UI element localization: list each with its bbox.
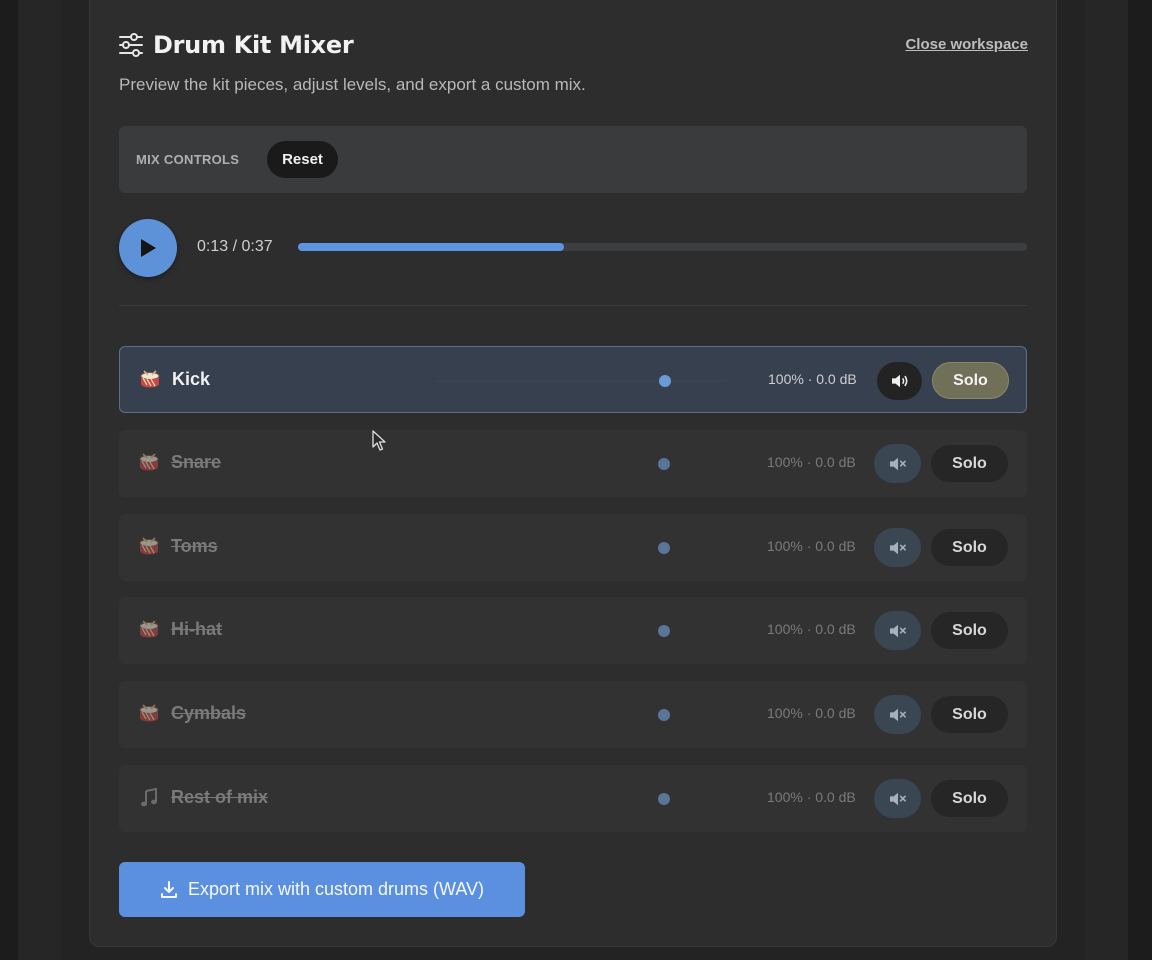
download-icon bbox=[160, 880, 177, 898]
mute-button[interactable] bbox=[874, 444, 921, 483]
solo-button[interactable]: Solo bbox=[931, 696, 1008, 733]
solo-button[interactable]: Solo bbox=[932, 362, 1009, 399]
reset-button[interactable]: Reset bbox=[267, 141, 338, 178]
drum-icon bbox=[139, 369, 161, 391]
track-name: Hi-hat bbox=[171, 619, 222, 639]
track-row-rest-of-mix: Rest of mix 100% · 0.0 dB Solo bbox=[119, 765, 1027, 832]
speaker-muted-icon bbox=[888, 707, 908, 723]
page-subtitle: Preview the kit pieces, adjust levels, a… bbox=[119, 75, 586, 94]
track-row-cymbals: Cymbals 100% · 0.0 dB Solo bbox=[119, 681, 1027, 748]
track-level: 100% · 0.0 dB bbox=[767, 621, 856, 637]
mute-button[interactable] bbox=[874, 695, 921, 734]
progress-fill bbox=[298, 243, 565, 251]
background-strip-right bbox=[1086, 0, 1128, 960]
solo-button[interactable]: Solo bbox=[931, 445, 1008, 482]
speaker-muted-icon bbox=[888, 623, 908, 639]
mute-button[interactable] bbox=[874, 528, 921, 567]
track-level: 100% · 0.0 dB bbox=[767, 789, 856, 805]
background-strip-left bbox=[18, 0, 62, 960]
header: Drum Kit Mixer Close workspace bbox=[118, 30, 1028, 62]
export-label: Export mix with custom drums (WAV) bbox=[187, 879, 485, 899]
drum-icon bbox=[138, 619, 160, 641]
drum-icon bbox=[138, 703, 160, 725]
solo-button[interactable]: Solo bbox=[931, 529, 1008, 566]
export-button[interactable]: Export mix with custom drums (WAV) bbox=[119, 862, 525, 917]
volume-slider-knob[interactable] bbox=[659, 375, 671, 387]
solo-button[interactable]: Solo bbox=[931, 780, 1008, 817]
track-row-hi-hat: Hi-hat 100% · 0.0 dB Solo bbox=[119, 597, 1027, 664]
divider bbox=[119, 305, 1027, 306]
mix-controls-bar: MIX CONTROLS Reset bbox=[119, 126, 1027, 193]
track-level: 100% · 0.0 dB bbox=[768, 371, 857, 387]
sliders-icon bbox=[119, 33, 143, 57]
mute-button[interactable] bbox=[874, 611, 921, 650]
volume-slider-knob[interactable] bbox=[658, 625, 670, 637]
track-name: Rest of mix bbox=[171, 787, 269, 807]
mix-controls-label: MIX CONTROLS bbox=[136, 152, 240, 167]
speaker-muted-icon bbox=[888, 791, 908, 807]
page-title: Drum Kit Mixer bbox=[153, 31, 354, 59]
play-button[interactable] bbox=[119, 219, 177, 277]
speaker-muted-icon bbox=[888, 456, 908, 472]
volume-slider-knob[interactable] bbox=[658, 709, 670, 721]
solo-button[interactable]: Solo bbox=[931, 612, 1008, 649]
track-row-kick: Kick 100% · 0.0 dB Solo bbox=[119, 346, 1027, 413]
drum-icon bbox=[138, 452, 160, 474]
speaker-icon bbox=[890, 373, 910, 389]
track-name: Toms bbox=[171, 536, 218, 556]
mute-button[interactable] bbox=[877, 362, 922, 400]
track-name: Cymbals bbox=[171, 703, 247, 723]
drum-icon bbox=[138, 536, 160, 558]
mouse-cursor-icon bbox=[372, 430, 386, 451]
track-row-toms: Toms 100% · 0.0 dB Solo bbox=[119, 514, 1027, 581]
volume-slider-knob[interactable] bbox=[658, 793, 670, 805]
volume-slider-knob[interactable] bbox=[658, 542, 670, 554]
volume-slider-track[interactable] bbox=[436, 380, 726, 382]
track-row-snare: Snare 100% · 0.0 dB Solo bbox=[119, 430, 1027, 497]
music-note-icon bbox=[138, 787, 160, 809]
track-level: 100% · 0.0 dB bbox=[767, 538, 856, 554]
play-icon bbox=[141, 239, 156, 257]
speaker-muted-icon bbox=[888, 540, 908, 556]
close-workspace-link[interactable]: Close workspace bbox=[905, 36, 1028, 53]
track-level: 100% · 0.0 dB bbox=[767, 454, 856, 470]
progress-bar[interactable] bbox=[298, 243, 1027, 251]
track-name: Kick bbox=[172, 369, 211, 389]
volume-slider-knob[interactable] bbox=[658, 458, 670, 470]
playback-time: 0:13 / 0:37 bbox=[197, 238, 273, 255]
track-name: Snare bbox=[171, 452, 222, 472]
mute-button[interactable] bbox=[874, 779, 921, 818]
track-level: 100% · 0.0 dB bbox=[767, 705, 856, 721]
